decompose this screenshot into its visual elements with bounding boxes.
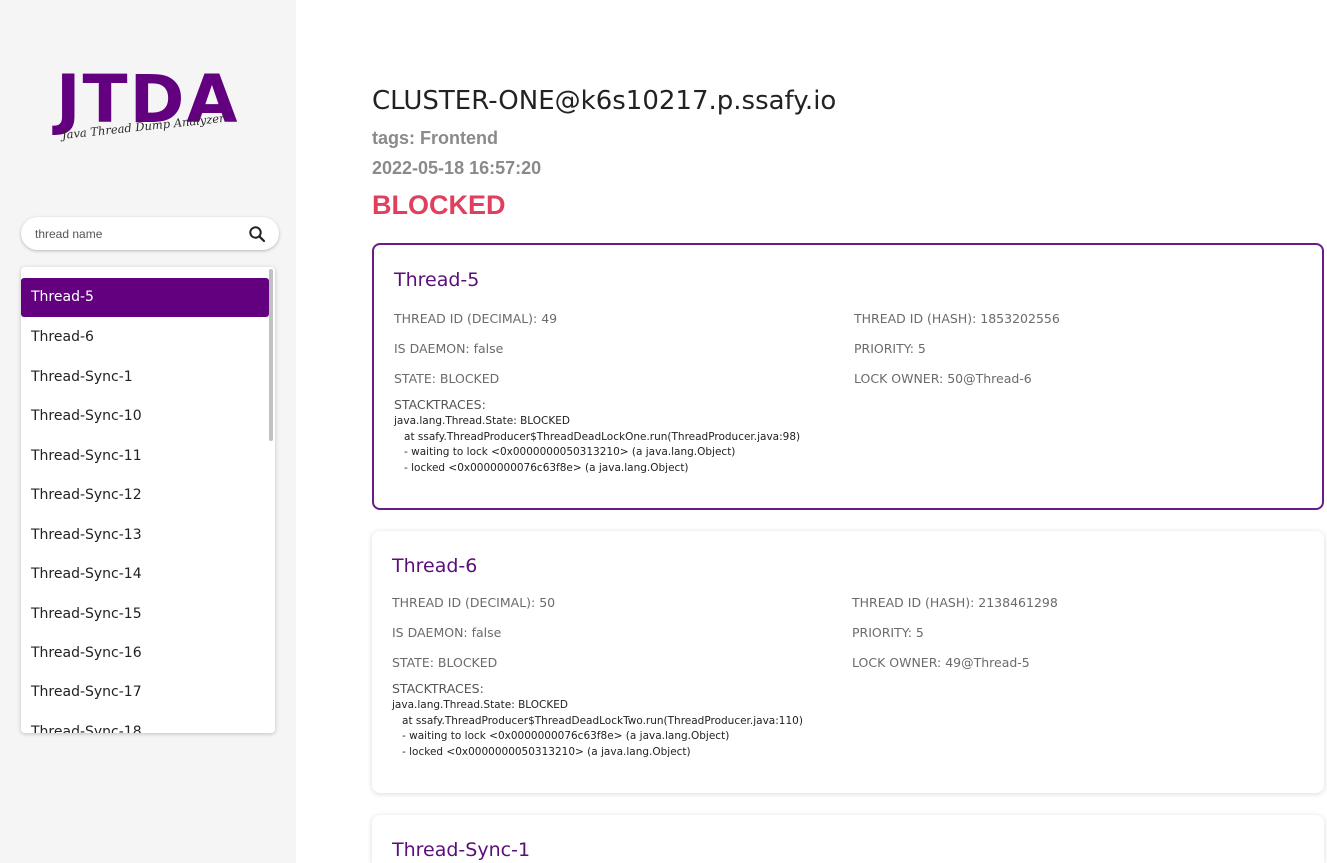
sidebar-item-thread-sync-17[interactable]: Thread-Sync-17: [21, 673, 269, 712]
status-filter-label: BLOCKED: [372, 190, 506, 220]
thread-card-title: Thread-Sync-1: [392, 839, 531, 861]
sidebar-item-thread-sync-13[interactable]: Thread-Sync-13: [21, 516, 269, 555]
stack-line: at ssafy.ThreadProducer$ThreadDeadLockOn…: [394, 430, 801, 443]
thread-id-decimal: THREAD ID (DECIMAL): 49: [394, 311, 558, 326]
thread-card[interactable]: Thread-5 THREAD ID (DECIMAL): 49 THREAD …: [372, 243, 1324, 510]
stack-line: at ssafy.ThreadProducer$ThreadDeadLockTw…: [392, 714, 803, 727]
stacktraces-label: STACKTRACES:: [392, 681, 484, 696]
thread-card-title: Thread-5: [394, 269, 480, 291]
thread-state: STATE: BLOCKED: [394, 371, 500, 386]
sidebar-item-thread-sync-11[interactable]: Thread-Sync-11: [21, 437, 269, 476]
is-daemon: IS DAEMON: false: [394, 341, 504, 356]
stack-line: - locked <0x0000000076c63f8e> (a java.la…: [394, 461, 689, 474]
search-input[interactable]: [35, 225, 235, 243]
stack-line: java.lang.Thread.State: BLOCKED: [394, 415, 570, 427]
sidebar-item-thread-sync-14[interactable]: Thread-Sync-14: [21, 555, 269, 594]
priority: PRIORITY: 5: [854, 341, 926, 356]
lock-owner: LOCK OWNER: 50@Thread-6: [854, 371, 1032, 386]
thread-card-title: Thread-6: [392, 555, 478, 577]
search-icon[interactable]: [248, 225, 266, 243]
stack-line: - waiting to lock <0x0000000050313210> (…: [394, 446, 736, 458]
sidebar-item-thread-sync-16[interactable]: Thread-Sync-16: [21, 634, 269, 673]
search-box: [21, 217, 279, 250]
sidebar-item-thread-sync-15[interactable]: Thread-Sync-15: [21, 595, 269, 634]
tags-label: tags: Frontend: [372, 128, 498, 148]
stacktraces-label: STACKTRACES:: [394, 397, 486, 412]
dump-timestamp: 2022-05-18 16:57:20: [372, 158, 542, 178]
thread-id-hash: THREAD ID (HASH): 2138461298: [852, 595, 1058, 610]
page-title: CLUSTER-ONE@k6s10217.p.ssafy.io: [372, 86, 837, 116]
sidebar-item-thread-sync-18[interactable]: Thread-Sync-18: [21, 713, 269, 733]
thread-list-scrollbar[interactable]: [269, 269, 273, 441]
thread-card[interactable]: Thread-Sync-1: [372, 815, 1324, 863]
thread-list: Thread-5 Thread-6 Thread-Sync-1 Thread-S…: [21, 267, 275, 733]
stacktrace: java.lang.Thread.State: BLOCKED at ssafy…: [392, 698, 803, 760]
priority: PRIORITY: 5: [852, 625, 924, 640]
sidebar: JTDA Java Thread Dump Analyzer Thread-5 …: [0, 0, 296, 863]
stacktrace: java.lang.Thread.State: BLOCKED at ssafy…: [394, 414, 800, 476]
stack-line: - waiting to lock <0x0000000076c63f8e> (…: [392, 730, 730, 742]
is-daemon: IS DAEMON: false: [392, 625, 502, 640]
sidebar-item-thread-sync-1[interactable]: Thread-Sync-1: [21, 358, 269, 397]
stack-line: java.lang.Thread.State: BLOCKED: [392, 699, 568, 711]
thread-id-decimal: THREAD ID (DECIMAL): 50: [392, 595, 556, 610]
thread-state: STATE: BLOCKED: [392, 655, 498, 670]
sidebar-item-thread-sync-10[interactable]: Thread-Sync-10: [21, 397, 269, 436]
thread-card[interactable]: Thread-6 THREAD ID (DECIMAL): 50 THREAD …: [372, 531, 1324, 793]
sidebar-item-thread-6[interactable]: Thread-6: [21, 318, 269, 357]
lock-owner: LOCK OWNER: 49@Thread-5: [852, 655, 1030, 670]
sidebar-item-thread-sync-12[interactable]: Thread-Sync-12: [21, 476, 269, 515]
sidebar-item-thread-5[interactable]: Thread-5: [21, 278, 269, 317]
stack-line: - locked <0x0000000050313210> (a java.la…: [392, 745, 691, 758]
thread-id-hash: THREAD ID (HASH): 1853202556: [854, 311, 1060, 326]
